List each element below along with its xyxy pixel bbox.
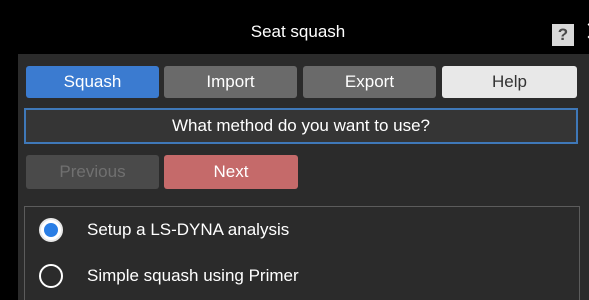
window-title: Seat squash bbox=[250, 22, 346, 41]
option-ls-dyna-label: Setup a LS-DYNA analysis bbox=[87, 220, 290, 239]
radio-simple-squash[interactable] bbox=[39, 264, 63, 288]
method-options: Setup a LS-DYNA analysis Simple squash u… bbox=[24, 206, 580, 300]
title-bar[interactable]: Seat squash ? ✕ bbox=[18, 14, 589, 50]
tab-squash[interactable]: Squash bbox=[26, 66, 159, 98]
previous-button[interactable]: Previous bbox=[26, 155, 159, 189]
tab-export[interactable]: Export bbox=[303, 66, 436, 98]
next-button[interactable]: Next bbox=[164, 155, 298, 189]
help-icon[interactable]: ? bbox=[552, 24, 574, 46]
option-ls-dyna[interactable]: Setup a LS-DYNA analysis bbox=[39, 215, 559, 245]
option-simple-squash-label: Simple squash using Primer bbox=[87, 266, 299, 285]
option-simple-squash[interactable]: Simple squash using Primer bbox=[39, 261, 559, 291]
tab-import[interactable]: Import bbox=[164, 66, 297, 98]
radio-ls-dyna[interactable] bbox=[39, 218, 63, 242]
close-icon[interactable]: ✕ bbox=[584, 18, 589, 46]
main-panel: Squash Import Export Help What method do… bbox=[18, 54, 589, 300]
seat-squash-window: Seat squash ? ✕ Squash Import Export Hel… bbox=[0, 0, 589, 300]
radio-selected-dot-icon bbox=[44, 223, 58, 237]
method-question: What method do you want to use? bbox=[24, 108, 578, 144]
tab-help[interactable]: Help bbox=[442, 66, 577, 98]
